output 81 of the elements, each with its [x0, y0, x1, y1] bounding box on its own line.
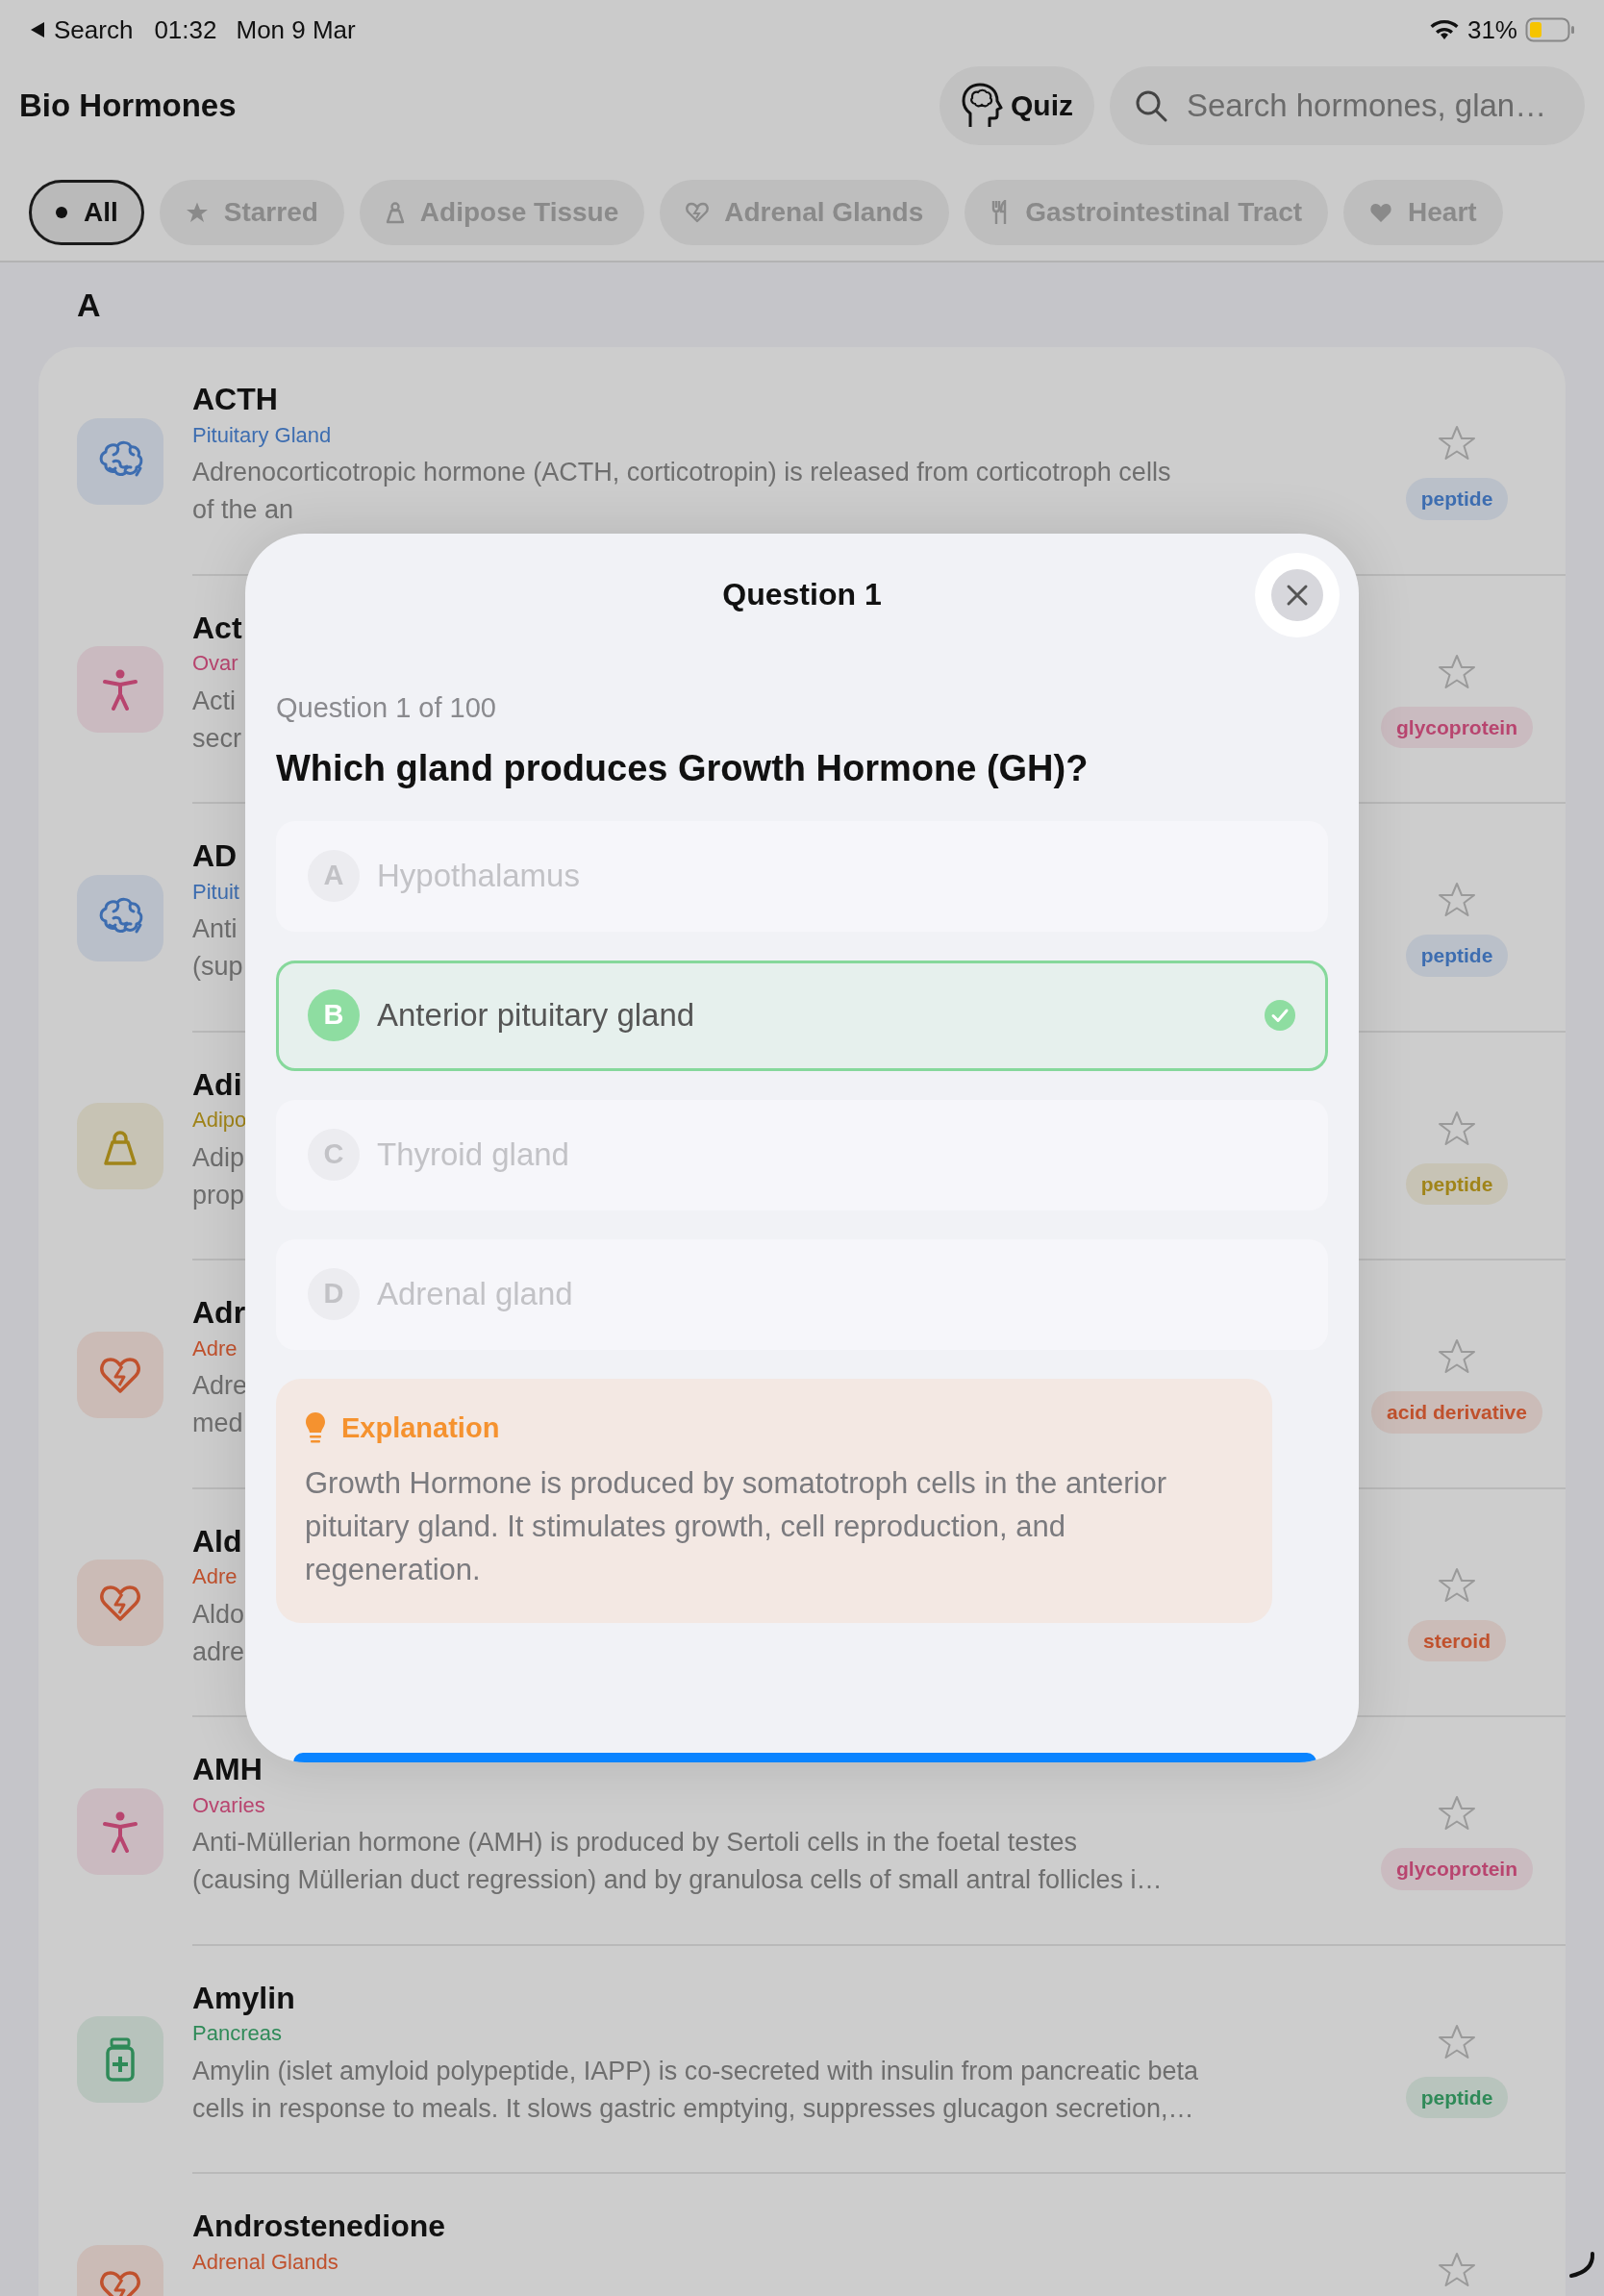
hormone-description: Amylin (islet amyloid polypeptide, IAPP) is co-secreted with insulin from pancreatic beta cells in response to meals. It slows gastric emptying, suppresses glucagon secretion,… — [192, 2055, 1198, 2125]
gland-name: Adre — [192, 1335, 238, 1362]
type-tag: peptide — [1405, 935, 1509, 977]
weight-icon — [385, 201, 405, 224]
gland-name: Pituit — [192, 879, 239, 906]
hormone-name: ACTH — [192, 382, 278, 417]
hormone-name: Adr — [192, 1295, 246, 1331]
star-icon[interactable] — [1438, 1565, 1476, 1605]
type-tag: peptide — [1405, 2076, 1509, 2118]
gland-name: Adrenal Glands — [192, 2249, 338, 2276]
section-letter: A — [77, 285, 101, 325]
hormone-name: Androstenedione — [192, 2209, 446, 2244]
hormone-description: Acti secr — [192, 685, 241, 755]
hormone-description: Anti (sup — [192, 913, 243, 984]
back-icon[interactable] — [29, 20, 46, 39]
battery-icon — [1525, 17, 1575, 42]
heart-icon — [99, 2268, 141, 2296]
star-icon — [185, 201, 209, 224]
gland-name: Ovar — [192, 651, 238, 677]
type-tag: peptide — [1405, 478, 1509, 520]
hormone-name: AD — [192, 838, 238, 874]
explanation-title: Explanation — [341, 1410, 500, 1445]
question-text: Which gland produces Growth Hormone (GH)? — [276, 746, 1090, 790]
quiz-button[interactable]: Quiz — [940, 65, 1094, 145]
gland-name: Pancreas — [192, 2021, 282, 2047]
sheet-title: Question 1 — [722, 576, 882, 613]
type-tag: glycoprotein — [1381, 1848, 1533, 1890]
star-icon[interactable] — [1438, 1337, 1476, 1376]
dot-icon — [55, 206, 68, 219]
person-icon — [101, 668, 139, 711]
heart-icon — [1369, 202, 1393, 223]
app-title: Bio Hormones — [19, 86, 237, 125]
gland-name: Adipo — [192, 1108, 247, 1134]
battery-percent: 31% — [1466, 13, 1517, 46]
type-tag: glycoprotein — [1381, 706, 1533, 748]
hormone-description: Adip prop — [192, 1141, 245, 1211]
hormone-description: Aldo adre — [192, 1598, 245, 1668]
gland-name: Ovaries — [192, 1792, 265, 1819]
action-button[interactable] — [293, 1753, 1316, 1762]
option-letter: B — [308, 989, 360, 1041]
heart-icon — [99, 1355, 141, 1394]
check-icon — [1264, 999, 1296, 1032]
hormone-name: Amylin — [192, 1980, 295, 2016]
hormone-description: Anti-Müllerian hormone (AMH) is produced by Sertoli cells in the foetal testes (causing Müllerian duct regression) and by granulosa cells of small antral follicles i… — [192, 1827, 1163, 1897]
star-icon[interactable] — [1438, 881, 1476, 919]
option-text: Anterior pituitary gland — [377, 996, 695, 1036]
star-icon[interactable] — [1438, 2022, 1476, 2061]
heart-icon — [686, 202, 710, 223]
heart-icon — [99, 1584, 141, 1623]
type-tag: peptide — [1405, 1162, 1509, 1205]
hormone-description: Adre med — [192, 1370, 248, 1440]
back-label[interactable]: Search — [54, 11, 134, 49]
answer-option[interactable]: B Anterior pituitary gland — [276, 960, 1328, 1071]
lightbulb-icon — [305, 1411, 326, 1445]
explanation-text: Growth Hormone is produced by somatotroph cells in the anterior pituitary gland. It stimulates growth, cell reproduction, and regeneration. — [305, 1465, 1167, 1588]
star-icon[interactable] — [1438, 652, 1476, 691]
star-icon[interactable] — [1438, 1109, 1476, 1148]
star-icon[interactable] — [1438, 424, 1476, 462]
star-icon[interactable] — [1438, 2251, 1476, 2289]
question-counter: Question 1 of 100 — [276, 691, 497, 725]
hormone-name: Adi — [192, 1066, 242, 1103]
wifi-icon — [1428, 18, 1460, 41]
star-icon[interactable] — [1438, 1794, 1476, 1833]
type-tag: steroid — [1408, 1619, 1506, 1661]
type-tag: acid derivative — [1371, 1391, 1542, 1434]
gland-name: Pituitary Gland — [192, 422, 332, 449]
hormone-name: Ald — [192, 1523, 242, 1560]
person-icon — [101, 1809, 139, 1853]
filter-chip[interactable]: All — [29, 180, 144, 245]
search-icon — [1135, 88, 1167, 122]
search-field[interactable]: Search hormones, glan… — [1110, 65, 1585, 145]
gland-name: Adre — [192, 1564, 238, 1590]
spinner-icon — [1567, 2250, 1596, 2279]
close-icon — [1286, 584, 1309, 607]
medicine-bottle-icon — [103, 2037, 138, 2083]
hormone-name: Act — [192, 610, 242, 646]
brain-head-icon — [961, 82, 1003, 129]
status-date: Mon 9 Mar — [236, 13, 356, 46]
status-time: 01:32 — [154, 13, 217, 46]
hormone-description: Adrenocorticotropic hormone (ACTH, corticotropin) is released from corticotroph cells of the an — [192, 457, 1171, 527]
hormone-name: AMH — [192, 1752, 263, 1787]
